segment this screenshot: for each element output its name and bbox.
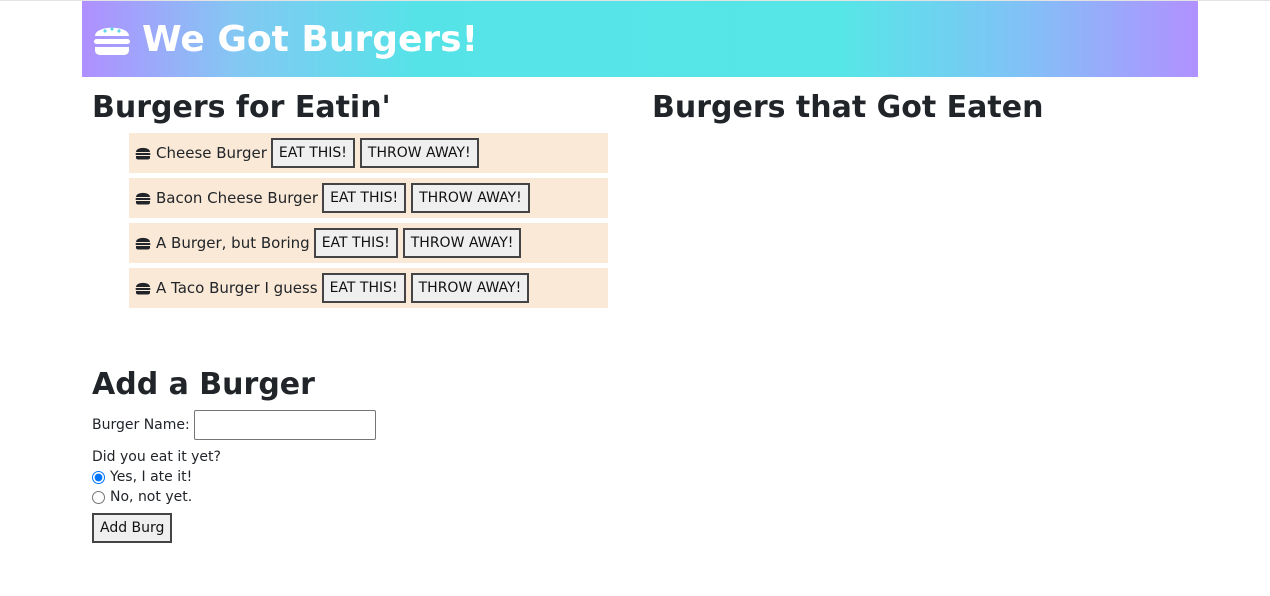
burger-name-label: Burger Name: bbox=[92, 417, 190, 433]
add-burger-button[interactable]: Add Burg bbox=[92, 513, 173, 543]
burger-name-input[interactable] bbox=[193, 410, 376, 440]
eaten-heading: Burgers that Got Eaten bbox=[652, 90, 1044, 125]
burger-icon bbox=[135, 237, 151, 250]
site-header: We Got Burgers! bbox=[82, 1, 1198, 77]
burger-icon bbox=[135, 282, 151, 295]
throw-away-button[interactable]: THROW AWAY! bbox=[402, 228, 522, 258]
burger-icon bbox=[135, 147, 151, 160]
burger-name: A Burger, but Boring bbox=[156, 234, 310, 252]
burger-name: Bacon Cheese Burger bbox=[156, 189, 319, 207]
radio-no[interactable] bbox=[92, 490, 105, 504]
burger-name: A Taco Burger I guess bbox=[156, 279, 318, 297]
eat-button[interactable]: EAT THIS! bbox=[313, 228, 398, 258]
eaten-burgers-section: Burgers that Got Eaten bbox=[652, 88, 1212, 128]
radio-yes[interactable] bbox=[92, 470, 105, 484]
burger-list-item: Bacon Cheese Burger EAT THIS! THROW AWAY… bbox=[129, 178, 608, 218]
throw-away-button[interactable]: THROW AWAY! bbox=[410, 273, 530, 303]
radio-no-row: No, not yet. bbox=[92, 489, 492, 505]
radio-yes-row: Yes, I ate it! bbox=[92, 469, 492, 485]
burger-list-item: A Burger, but Boring EAT THIS! THROW AWA… bbox=[129, 223, 608, 263]
burger-list-item: Cheese Burger EAT THIS! THROW AWAY! bbox=[129, 133, 608, 173]
eat-button[interactable]: EAT THIS! bbox=[322, 183, 407, 213]
add-burger-heading: Add a Burger bbox=[92, 367, 315, 402]
throw-away-button[interactable]: THROW AWAY! bbox=[411, 183, 530, 213]
radio-no-label: No, not yet. bbox=[110, 489, 193, 505]
eat-button[interactable]: EAT THIS! bbox=[321, 273, 406, 303]
add-burger-form: Add a Burger Burger Name: Did you eat it… bbox=[92, 365, 492, 543]
burger-icon bbox=[94, 27, 130, 55]
burger-list-item: A Taco Burger I guess EAT THIS! THROW AW… bbox=[129, 268, 608, 308]
eat-button[interactable]: EAT THIS! bbox=[270, 138, 355, 168]
throw-away-button[interactable]: THROW AWAY! bbox=[359, 138, 479, 168]
burger-name-row: Burger Name: bbox=[92, 410, 492, 440]
uneaten-burger-list: Cheese Burger EAT THIS! THROW AWAY! Baco… bbox=[129, 133, 608, 308]
eaten-question: Did you eat it yet? bbox=[92, 449, 221, 465]
radio-yes-label: Yes, I ate it! bbox=[110, 469, 193, 485]
burger-icon bbox=[135, 192, 151, 205]
uneaten-heading: Burgers for Eatin' bbox=[92, 90, 391, 125]
burger-name: Cheese Burger bbox=[156, 144, 267, 162]
site-title: We Got Burgers! bbox=[142, 18, 479, 60]
uneaten-burgers-section: Burgers for Eatin' Cheese Burger EAT THI… bbox=[92, 88, 622, 313]
